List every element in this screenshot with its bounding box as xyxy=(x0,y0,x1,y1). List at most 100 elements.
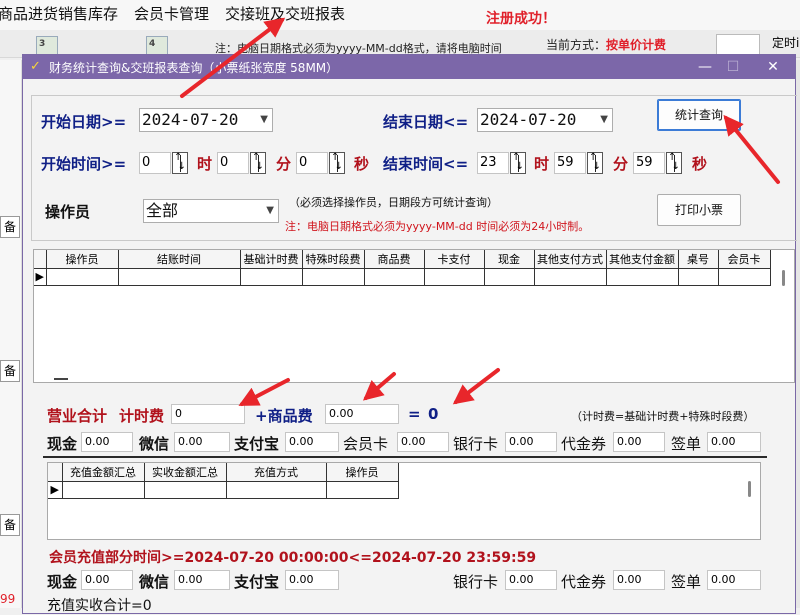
menu-member-card[interactable]: 会员卡管理 xyxy=(134,3,209,24)
toolbar-tile-icon[interactable]: 3 xyxy=(36,36,58,56)
start-date-picker[interactable]: 2024-07-20 ▼ xyxy=(139,108,273,132)
wechat-field[interactable]: 0.00 xyxy=(174,432,230,452)
end-hour-field[interactable]: 23 xyxy=(477,152,509,174)
column-header[interactable]: 操作员 xyxy=(46,250,119,269)
start-date-label: 开始日期>= xyxy=(41,113,127,131)
print-receipt-button[interactable]: 打印小票 xyxy=(657,194,741,226)
end-minute-spinner[interactable]: ↑ ↓ xyxy=(587,152,603,174)
side-button[interactable]: 备 xyxy=(0,360,20,382)
cash-field[interactable]: 0.00 xyxy=(81,432,133,452)
dialog-title: 财务统计查询&交班报表查询（小票纸张宽度 58MM） xyxy=(49,61,339,75)
maximize-button[interactable]: ☐ xyxy=(713,55,753,79)
query-button[interactable]: 统计查询 xyxy=(657,99,741,131)
column-header[interactable]: 卡支付 xyxy=(424,250,485,269)
column-header[interactable]: 特殊时段费 xyxy=(302,250,365,269)
side-button[interactable]: 备 xyxy=(0,216,20,238)
start-minute-spinner[interactable]: ↑ ↓ xyxy=(250,152,266,174)
start-time-label: 开始时间>= xyxy=(41,155,127,173)
bank-card-field[interactable]: 0.00 xyxy=(505,432,557,452)
member-card-field[interactable]: 0.00 xyxy=(397,432,449,452)
recharge-wechat-label: 微信 xyxy=(139,573,170,591)
start-hour-spinner[interactable]: ↑ ↓ xyxy=(172,152,188,174)
recharge-voucher-label: 代金券 xyxy=(561,573,607,591)
revenue-total-label: 营业合计 xyxy=(47,407,108,425)
recharge-sign-field[interactable]: 0.00 xyxy=(707,570,761,590)
end-date-picker[interactable]: 2024-07-20 ▼ xyxy=(477,108,613,132)
equals-sign: = xyxy=(408,405,421,423)
voucher-label: 代金券 xyxy=(561,435,607,453)
recharge-alipay-label: 支付宝 xyxy=(234,573,280,591)
column-header[interactable]: 其他支付金额 xyxy=(606,250,679,269)
end-hour-unit: 时 xyxy=(534,155,550,173)
end-minute-field[interactable]: 59 xyxy=(554,152,586,174)
column-header[interactable]: 操作员 xyxy=(326,463,399,482)
end-hour-spinner[interactable]: ↑ ↓ xyxy=(510,152,526,174)
toolbar-tile-icon[interactable]: 4 xyxy=(146,36,168,56)
operator-label: 操作员 xyxy=(45,203,91,221)
background-red-text: 99 xyxy=(0,592,16,606)
start-minute-field[interactable]: 0 xyxy=(217,152,249,174)
menu-shift-report[interactable]: 交接班及交班报表 xyxy=(225,3,345,24)
recharge-bank-field[interactable]: 0.00 xyxy=(505,570,557,590)
shift-report-table[interactable]: 操作员 结账时间 基础计时费 特殊时段费 商品费 卡支付 现金 其他支付方式 其… xyxy=(33,249,795,383)
end-minute-unit: 分 xyxy=(613,155,629,173)
column-header[interactable]: 现金 xyxy=(484,250,535,269)
table-row[interactable]: ▶ xyxy=(34,268,771,286)
alipay-label: 支付宝 xyxy=(234,435,280,453)
side-button[interactable]: 备 xyxy=(0,514,20,536)
recharge-table[interactable]: 充值金额汇总 实收金额汇总 充值方式 操作员 ▶ xyxy=(47,462,761,540)
table-row[interactable]: ▶ xyxy=(48,481,399,499)
sign-bill-field[interactable]: 0.00 xyxy=(707,432,761,452)
column-header[interactable]: 商品费 xyxy=(364,250,425,269)
recharge-voucher-field[interactable]: 0.00 xyxy=(613,570,665,590)
goods-fee-label: +商品费 xyxy=(255,407,313,425)
row-pointer-icon: ▶ xyxy=(48,481,63,499)
finance-report-dialog: ✓ 财务统计查询&交班报表查询（小票纸张宽度 58MM） — ☐ ✕ 开始日期>… xyxy=(22,54,797,614)
main-menubar: 商品进货销售库存 会员卡管理 交接班及交班报表 注册成功！ xyxy=(0,0,800,30)
background-input[interactable] xyxy=(716,34,760,56)
end-second-field[interactable]: 59 xyxy=(633,152,665,174)
column-header[interactable]: 会员卡 xyxy=(718,250,771,269)
alipay-field[interactable]: 0.00 xyxy=(285,432,339,452)
operator-select[interactable]: 全部 ▼ xyxy=(143,199,279,223)
chevron-down-icon: ▼ xyxy=(260,114,268,125)
vertical-scrollbar[interactable] xyxy=(748,481,751,497)
column-header[interactable]: 充值方式 xyxy=(226,463,327,482)
column-header[interactable]: 基础计时费 xyxy=(240,250,303,269)
start-hour-field[interactable]: 0 xyxy=(139,152,171,174)
column-header[interactable]: 结账时间 xyxy=(118,250,241,269)
dialog-titlebar[interactable]: ✓ 财务统计查询&交班报表查询（小票纸张宽度 58MM） — ☐ ✕ xyxy=(23,55,795,79)
close-button[interactable]: ✕ xyxy=(753,55,793,79)
goods-fee-field[interactable]: 0.00 xyxy=(325,404,399,424)
sign-bill-label: 签单 xyxy=(671,435,702,453)
table-corner xyxy=(34,250,47,269)
section-divider xyxy=(43,456,767,458)
start-second-field[interactable]: 0 xyxy=(296,152,328,174)
recharge-alipay-field[interactable]: 0.00 xyxy=(285,570,339,590)
end-second-spinner[interactable]: ↑ ↓ xyxy=(666,152,682,174)
table-corner xyxy=(48,463,63,482)
start-second-spinner[interactable]: ↑ ↓ xyxy=(329,152,345,174)
voucher-field[interactable]: 0.00 xyxy=(613,432,665,452)
vertical-scrollbar[interactable] xyxy=(782,270,785,286)
row-pointer-icon: ▶ xyxy=(34,268,47,286)
recharge-cash-field[interactable]: 0.00 xyxy=(81,570,133,590)
recharge-cash-label: 现金 xyxy=(47,573,78,591)
time-fee-field[interactable]: 0 xyxy=(171,404,245,424)
start-minute-unit: 分 xyxy=(276,155,292,173)
member-card-label: 会员卡 xyxy=(343,435,389,453)
recharge-sign-label: 签单 xyxy=(671,573,702,591)
date-format-note: 注：电脑日期格式必须为yyyy-MM-dd 时间必须为24小时制。 xyxy=(285,220,590,233)
column-header[interactable]: 实收金额汇总 xyxy=(144,463,227,482)
recharge-wechat-field[interactable]: 0.00 xyxy=(174,570,230,590)
column-header[interactable]: 其他支付方式 xyxy=(534,250,607,269)
chevron-down-icon: ▼ xyxy=(600,114,608,125)
cash-label: 现金 xyxy=(47,435,78,453)
menu-goods-inventory[interactable]: 商品进货销售库存 xyxy=(0,3,118,24)
recharge-total: 充值实收合计=0 xyxy=(47,598,152,614)
horizontal-scrollbar[interactable] xyxy=(54,378,68,380)
end-time-label: 结束时间<= xyxy=(383,155,469,173)
column-header[interactable]: 充值金额汇总 xyxy=(62,463,145,482)
app-logo-icon: ✓ xyxy=(30,59,41,74)
column-header[interactable]: 桌号 xyxy=(678,250,719,269)
